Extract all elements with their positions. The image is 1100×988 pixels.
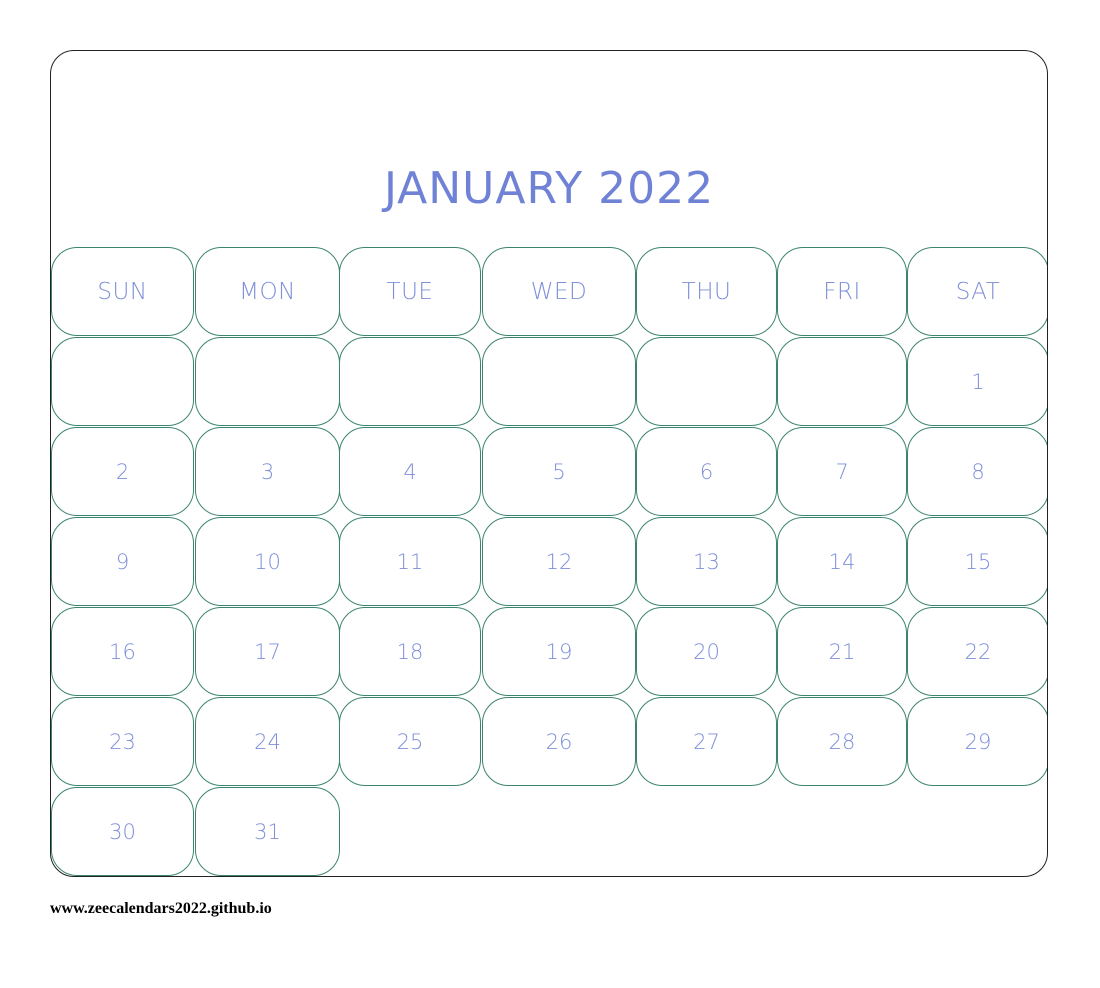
day-cell-3: 3 xyxy=(195,427,340,516)
empty-day-cell xyxy=(482,337,636,426)
empty-day-cell xyxy=(51,337,194,426)
day-cell-10: 10 xyxy=(195,517,340,606)
day-cell-25: 25 xyxy=(339,697,481,786)
day-cell-31: 31 xyxy=(195,787,340,876)
empty-day-cell xyxy=(339,337,481,426)
day-cell-13: 13 xyxy=(636,517,777,606)
calendar-title: JANUARY 2022 xyxy=(383,163,715,214)
day-cell-21: 21 xyxy=(777,607,907,696)
footer-url: www.zeecalendars2022.github.io xyxy=(50,900,272,917)
day-cell-5: 5 xyxy=(482,427,636,516)
weekday-header-mon: MON xyxy=(195,247,340,336)
weekday-header-sat: SAT xyxy=(907,247,1047,336)
day-cell-27: 27 xyxy=(636,697,777,786)
day-cell-23: 23 xyxy=(51,697,194,786)
empty-day-cell xyxy=(195,337,340,426)
calendar-page: JANUARY 2022 SUN MON TUE WED THU FRI SAT 1 2 3 4 5 6… xyxy=(50,50,1048,877)
weekday-header-thu: THU xyxy=(636,247,777,336)
day-cell-17: 17 xyxy=(195,607,340,696)
day-cell-1: 1 xyxy=(907,337,1047,426)
weekday-header-sun: SUN xyxy=(51,247,194,336)
day-cell-29: 29 xyxy=(907,697,1047,786)
day-cell-2: 2 xyxy=(51,427,194,516)
day-cell-4: 4 xyxy=(339,427,481,516)
day-cell-24: 24 xyxy=(195,697,340,786)
day-cell-8: 8 xyxy=(907,427,1047,516)
day-cell-7: 7 xyxy=(777,427,907,516)
day-cell-26: 26 xyxy=(482,697,636,786)
day-cell-16: 16 xyxy=(51,607,194,696)
weekday-header-fri: FRI xyxy=(777,247,907,336)
empty-day-cell xyxy=(636,337,777,426)
empty-day-cell xyxy=(777,337,907,426)
weekday-header-tue: TUE xyxy=(339,247,481,336)
day-cell-12: 12 xyxy=(482,517,636,606)
day-cell-22: 22 xyxy=(907,607,1047,696)
day-cell-15: 15 xyxy=(907,517,1047,606)
day-cell-11: 11 xyxy=(339,517,481,606)
day-cell-19: 19 xyxy=(482,607,636,696)
day-cell-20: 20 xyxy=(636,607,777,696)
day-cell-28: 28 xyxy=(777,697,907,786)
day-cell-18: 18 xyxy=(339,607,481,696)
day-cell-9: 9 xyxy=(51,517,194,606)
day-cell-6: 6 xyxy=(636,427,777,516)
day-cell-14: 14 xyxy=(777,517,907,606)
day-cell-30: 30 xyxy=(51,787,194,876)
weekday-header-wed: WED xyxy=(482,247,636,336)
